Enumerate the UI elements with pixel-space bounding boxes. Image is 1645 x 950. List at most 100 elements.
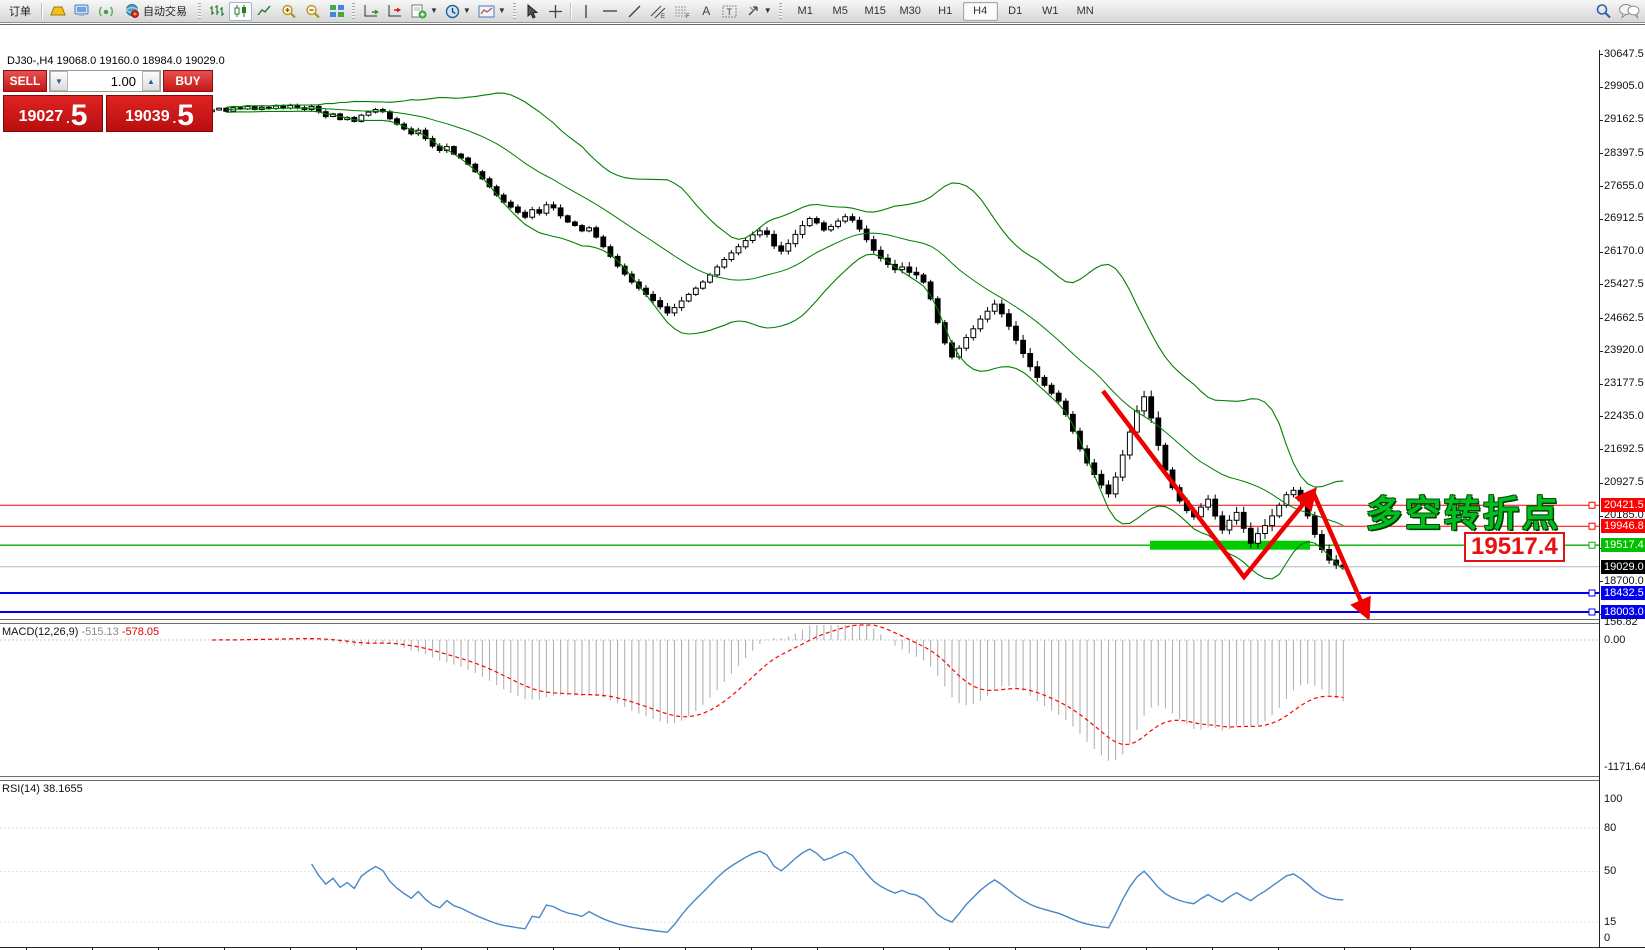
toolbar-separator (570, 3, 572, 19)
rsi-pane-canvas[interactable] (0, 781, 1599, 947)
sell-button[interactable]: SELL (3, 70, 47, 92)
dropdown-caret-icon: ▼ (764, 7, 772, 15)
y-axis-tickmark (1600, 120, 1603, 121)
magnifier-minus-icon (305, 4, 321, 19)
text-label-tool[interactable]: T (719, 2, 742, 21)
chart-window: DJ30-,H4 19068.0 19160.0 18984.0 19029.0… (0, 24, 1645, 950)
chat-icon[interactable] (1618, 3, 1640, 19)
macd-value: -515.13 (81, 626, 118, 638)
macd-pane-canvas[interactable] (0, 624, 1599, 776)
candlestick-mode-icon[interactable] (229, 2, 252, 21)
dropdown-caret-icon: ▼ (498, 7, 506, 15)
support-zone-bar[interactable] (1150, 541, 1310, 550)
one-click-trade-panel: SELL ▼ 1.00 ▲ BUY 19027.5 19039.5 (3, 70, 213, 132)
horizontal-line-tool[interactable] (599, 2, 622, 21)
timeframe-button-H1[interactable]: H1 (928, 2, 963, 21)
svg-text:T: T (727, 7, 733, 17)
sell-price-pip: 5 (71, 104, 88, 129)
bollinger-middle-band (226, 108, 1343, 525)
y-axis-tick-label: 25427.5 (1604, 278, 1644, 290)
y-axis-tickmark (1600, 384, 1603, 385)
gold-ingot-icon (50, 4, 66, 18)
chart-ohlc-title: DJ30-,H4 19068.0 19160.0 18984.0 19029.0 (7, 55, 225, 67)
new-order-button[interactable]: 订单 (2, 2, 38, 21)
timeframe-button-MN[interactable]: MN (1068, 2, 1103, 21)
volume-decrease-button[interactable]: ▼ (50, 71, 68, 91)
volume-value[interactable]: 1.00 (68, 71, 142, 91)
deposit-icon[interactable] (46, 2, 69, 21)
templates-dropdown[interactable]: ▼ (475, 2, 509, 21)
trend-arrow-down[interactable] (1313, 492, 1367, 615)
timeframe-button-D1[interactable]: D1 (998, 2, 1033, 21)
price-callout-label[interactable]: 19517.4 (1464, 532, 1565, 562)
zoom-in-icon[interactable] (277, 2, 300, 21)
trendline-tool[interactable] (623, 2, 646, 21)
line-handle[interactable] (1589, 590, 1595, 596)
signal-icon[interactable] (94, 2, 117, 21)
monitor-icon (74, 4, 90, 18)
timeframe-button-M15[interactable]: M15 (858, 2, 893, 21)
pointer-arrow-icon (525, 4, 538, 19)
volume-increase-button[interactable]: ▲ (142, 71, 160, 91)
toolbar-drag-handle[interactable] (513, 3, 516, 19)
timeframe-button-W1[interactable]: W1 (1033, 2, 1068, 21)
toolbar-drag-handle[interactable] (779, 3, 782, 19)
main-chart-canvas[interactable] (0, 50, 1599, 619)
arrows-dropdown[interactable]: ▼ (743, 2, 775, 21)
macd-name: MACD(12,26,9) (2, 626, 78, 638)
horizontal-line-icon (602, 6, 618, 16)
y-axis-tick-label: 22435.0 (1604, 410, 1644, 422)
y-axis-tick-label: 26912.5 (1604, 212, 1644, 224)
auto-scroll-icon[interactable] (359, 2, 382, 21)
price-axis[interactable]: 30647.529905.029162.528397.527655.026912… (1599, 50, 1645, 950)
y-axis-tickmark (1600, 581, 1603, 582)
y-axis-tickmark (1600, 54, 1603, 55)
terminal-icon[interactable] (70, 2, 93, 21)
zoom-out-icon[interactable] (301, 2, 324, 21)
timeframe-button-M30[interactable]: M30 (893, 2, 928, 21)
equidistant-channel-tool[interactable]: E (647, 2, 670, 21)
autotrading-button[interactable]: 自动交易 (118, 2, 194, 21)
toolbar-separator (41, 3, 43, 19)
vertical-line-tool[interactable] (575, 2, 598, 21)
trade-row: SELL ▼ 1.00 ▲ BUY (3, 70, 213, 92)
rsi-axis-label: 80 (1604, 822, 1616, 834)
new-chart-dropdown[interactable]: ▼ (407, 2, 441, 21)
y-axis-tick-label: 27655.0 (1604, 180, 1644, 192)
arrows-icon (746, 4, 761, 18)
text-tool[interactable]: A (695, 2, 718, 21)
y-axis-tickmark (1600, 219, 1603, 220)
buy-price-panel[interactable]: 19039.5 (106, 95, 213, 132)
search-icon[interactable] (1595, 3, 1612, 19)
bar-chart-mode-icon[interactable] (205, 2, 228, 21)
line-handle[interactable] (1589, 523, 1595, 529)
timeframe-button-M5[interactable]: M5 (823, 2, 858, 21)
buy-button[interactable]: BUY (163, 70, 213, 92)
macd-axis-label: 0.00 (1604, 634, 1625, 646)
cursor-icon[interactable] (520, 2, 543, 21)
sell-price-panel[interactable]: 19027.5 (3, 95, 103, 132)
tile-windows-icon[interactable] (325, 2, 348, 21)
turning-point-annotation: 多空转折点 (1366, 485, 1561, 537)
line-handle[interactable] (1589, 542, 1595, 548)
price-marker-label: 19517.4 (1601, 538, 1645, 552)
timeframe-button-H4[interactable]: H4 (963, 2, 998, 21)
dropdown-caret-icon: ▼ (463, 7, 471, 15)
y-axis-tick-label: 18700.0 (1604, 575, 1644, 587)
line-handle[interactable] (1589, 502, 1595, 508)
macd-label: MACD(12,26,9) -515.13 -578.05 (2, 626, 159, 638)
y-axis-tickmark (1600, 87, 1603, 88)
toolbar-drag-handle[interactable] (352, 3, 355, 19)
crosshair-icon[interactable] (544, 2, 567, 21)
fibonacci-tool[interactable]: F (671, 2, 694, 21)
y-axis-tickmark (1600, 284, 1603, 285)
periods-dropdown[interactable]: ▼ (442, 2, 474, 21)
buy-price-pip: 5 (177, 104, 194, 129)
application-window: 订单 自动交易 (0, 0, 1645, 950)
autotrading-label: 自动交易 (143, 3, 187, 19)
line-chart-mode-icon[interactable] (253, 2, 276, 21)
toolbar-drag-handle[interactable] (198, 3, 201, 19)
timeframe-button-M1[interactable]: M1 (788, 2, 823, 21)
line-handle[interactable] (1589, 609, 1595, 615)
chart-shift-icon[interactable] (383, 2, 406, 21)
